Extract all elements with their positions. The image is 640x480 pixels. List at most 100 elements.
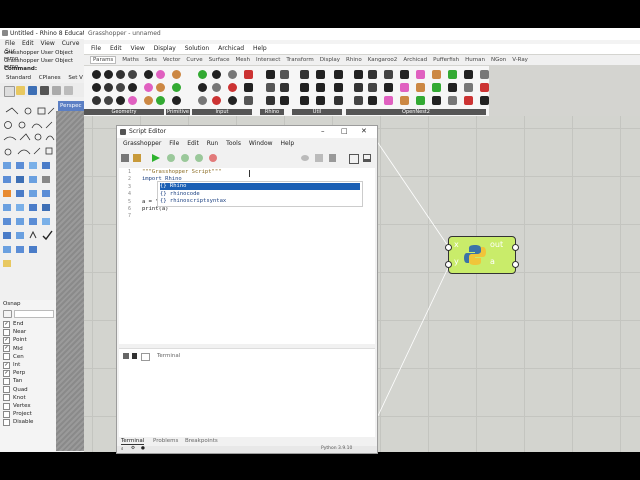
rhino-menu-view[interactable]: View (41, 40, 55, 47)
osnap-item[interactable]: Cen (3, 353, 24, 361)
copy-icon[interactable] (64, 86, 73, 95)
se-menu-edit[interactable]: Edit (187, 140, 199, 147)
code-line[interactable]: """Grasshopper Script""" (142, 169, 221, 175)
gh-component-icon[interactable] (266, 70, 275, 79)
close-icon[interactable]: ✕ (361, 127, 367, 135)
gh-component-icon[interactable] (144, 83, 153, 92)
gh-tab[interactable]: Surface (209, 57, 230, 63)
gh-component-icon[interactable] (92, 70, 101, 79)
gh-component-icon[interactable] (334, 96, 343, 105)
tab-cplanes[interactable]: CPlanes (39, 75, 61, 81)
gh-tab[interactable]: Display (320, 57, 340, 63)
gh-tab[interactable]: Archicad (403, 57, 427, 63)
gh-component-icon[interactable] (316, 70, 325, 79)
step-over-icon[interactable] (181, 154, 189, 162)
osnap-item[interactable]: Knot (3, 394, 26, 402)
checkbox-unchecked-icon[interactable] (3, 394, 10, 402)
ribbon-group-geometry[interactable]: Geometry (84, 109, 164, 115)
gh-tab[interactable]: V-Ray (512, 57, 528, 63)
gh-component-icon[interactable] (128, 96, 137, 105)
gh-component-icon[interactable] (400, 96, 409, 105)
preview-eye-icon[interactable] (301, 155, 309, 161)
osnap-item[interactable]: Vertex (3, 402, 31, 410)
checkbox-checked-icon[interactable]: ✓ (3, 345, 10, 353)
run-icon[interactable] (151, 153, 161, 163)
se-menu-run[interactable]: Run (207, 140, 219, 147)
osnap-item[interactable]: Project (3, 410, 32, 418)
gh-component-icon[interactable] (128, 70, 137, 79)
gh-component-icon[interactable] (92, 96, 101, 105)
checkbox-checked-icon[interactable]: ✓ (3, 369, 10, 377)
gh-component-icon[interactable] (354, 83, 363, 92)
viewport-tab-perspective[interactable]: Perspec (58, 101, 84, 111)
gh-component-icon[interactable] (464, 83, 473, 92)
step-into-icon[interactable] (195, 154, 203, 162)
osnap-item[interactable]: ✓ Point (3, 336, 27, 344)
gh-component-icon[interactable] (104, 83, 113, 92)
bottom-tab-breakpoints[interactable]: Breakpoints (185, 438, 218, 444)
gh-component-icon[interactable] (228, 70, 237, 79)
output-grip-a[interactable] (512, 261, 519, 268)
gh-component-icon[interactable] (104, 70, 113, 79)
gh-component-icon[interactable] (464, 70, 473, 79)
gh-tab[interactable]: Human (465, 57, 485, 63)
gh-component-icon[interactable] (480, 96, 489, 105)
gh-tab[interactable]: Sets (145, 57, 157, 63)
gh-component-icon[interactable] (128, 83, 137, 92)
gh-component-icon[interactable] (198, 83, 207, 92)
osnap-item[interactable]: Quad (3, 386, 28, 394)
status-info-icon[interactable]: ● (141, 446, 145, 451)
gh-tab[interactable]: Maths (122, 57, 139, 63)
cut-icon[interactable] (52, 86, 61, 95)
checkbox-unchecked-icon[interactable] (3, 386, 10, 394)
input-grip-x[interactable] (445, 244, 452, 251)
gh-component-icon[interactable] (400, 83, 409, 92)
input-grip-y[interactable] (445, 261, 452, 268)
gh-component-icon[interactable] (244, 83, 253, 92)
autocomplete-item-rhinoscriptsyntax[interactable]: {} rhinoscriptsyntax (160, 198, 360, 205)
ribbon-group-util[interactable]: Util (292, 109, 342, 115)
gh-component-icon[interactable] (448, 70, 457, 79)
gh-component-icon[interactable] (280, 70, 289, 79)
gh-component-icon[interactable] (300, 96, 309, 105)
gh-component-icon[interactable] (244, 96, 253, 105)
gh-component-icon[interactable] (316, 96, 325, 105)
sidebar-tool-icons[interactable] (0, 106, 56, 276)
bottom-tab-terminal[interactable]: Terminal (121, 438, 145, 445)
gh-component-icon[interactable] (384, 96, 393, 105)
gh-menu-edit[interactable]: Edit (110, 45, 122, 52)
new-file-icon[interactable] (4, 86, 15, 97)
output-grip-out[interactable] (512, 244, 519, 251)
checkbox-unchecked-icon[interactable] (3, 377, 10, 385)
gh-component-icon[interactable] (432, 96, 441, 105)
gh-tab[interactable]: Curve (186, 57, 202, 63)
gh-component-icon[interactable] (368, 83, 377, 92)
gh-menu-archicad[interactable]: Archicad (218, 45, 244, 52)
gh-tab[interactable]: NGon (491, 57, 506, 63)
autocomplete-item-rhino[interactable]: {} Rhino (160, 183, 360, 190)
command-prompt[interactable]: Command: (4, 66, 84, 74)
terminal-clear-icon[interactable] (132, 353, 137, 359)
gh-tab[interactable]: Intersect (256, 57, 280, 63)
gh-component-icon[interactable] (432, 83, 441, 92)
gh-component-icon[interactable] (432, 70, 441, 79)
osnap-options-icon[interactable] (3, 310, 12, 318)
print-icon[interactable] (40, 86, 49, 95)
gh-component-icon[interactable] (448, 96, 457, 105)
code-editor[interactable]: 1 """Grasshopper Script""" 2 import Rhino 3 4… (119, 168, 375, 344)
gh-menu-file[interactable]: File (91, 45, 101, 52)
gh-component-icon[interactable] (334, 83, 343, 92)
gh-tab[interactable]: Mesh (236, 57, 250, 63)
maximize-icon[interactable]: □ (341, 127, 348, 135)
checkbox-unchecked-icon[interactable] (3, 418, 10, 426)
gh-component-icon[interactable] (368, 96, 377, 105)
osnap-item[interactable]: ✓ Perp (3, 369, 25, 377)
gh-component-icon[interactable] (212, 70, 221, 79)
layout-split-icon[interactable] (349, 154, 359, 164)
gh-component-icon[interactable] (416, 96, 425, 105)
gh-tab[interactable]: Vector (163, 57, 181, 63)
perspective-viewport[interactable] (56, 111, 84, 451)
gh-component-icon[interactable] (104, 96, 113, 105)
gh-component-icon[interactable] (416, 83, 425, 92)
se-menu-help[interactable]: Help (280, 140, 294, 147)
